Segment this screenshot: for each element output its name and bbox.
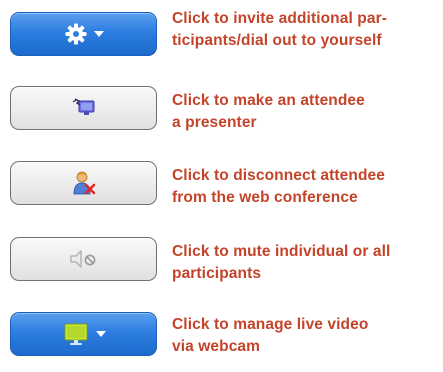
mute-button[interactable] xyxy=(10,237,157,281)
description-line: Click to mute individual or all xyxy=(172,243,391,260)
invite-row: Click to invite additional par- ticipant… xyxy=(0,8,443,68)
disconnect-row: Click to disconnect attendee from the we… xyxy=(0,161,443,221)
disconnect-attendee-icon xyxy=(71,170,97,196)
invite-description: Click to invite additional par- ticipant… xyxy=(172,8,440,52)
make-presenter-button[interactable] xyxy=(10,86,157,130)
description-line: participants xyxy=(172,265,262,282)
presenter-row: Click to make an attendee a presenter xyxy=(0,86,443,146)
mute-icon xyxy=(69,249,99,269)
webcam-row: Click to manage live video via webcam xyxy=(0,312,443,372)
description-line: Click to manage live video xyxy=(172,316,369,333)
disconnect-description: Click to disconnect attendee from the we… xyxy=(172,165,440,209)
description-line: Click to disconnect attendee xyxy=(172,167,385,184)
mute-description: Click to mute individual or all particip… xyxy=(172,241,440,285)
presenter-description: Click to make an attendee a presenter xyxy=(172,90,440,134)
invite-participants-button[interactable] xyxy=(10,12,157,56)
manage-video-button[interactable] xyxy=(10,312,157,356)
disconnect-attendee-button[interactable] xyxy=(10,161,157,205)
description-line: from the web conference xyxy=(172,189,358,206)
gear-icon xyxy=(64,22,88,46)
description-line: Click to invite additional par- xyxy=(172,10,387,27)
mute-row: Click to mute individual or all particip… xyxy=(0,237,443,297)
description-line: a presenter xyxy=(172,114,257,131)
chevron-down-icon xyxy=(95,330,106,338)
webcam-description: Click to manage live video via webcam xyxy=(172,314,440,358)
chevron-down-icon xyxy=(93,30,104,38)
description-line: ticipants/dial out to yourself xyxy=(172,32,382,49)
description-line: via webcam xyxy=(172,338,261,355)
description-line: Click to make an attendee xyxy=(172,92,365,109)
presenter-icon xyxy=(71,96,97,120)
webcam-video-icon xyxy=(62,321,90,347)
